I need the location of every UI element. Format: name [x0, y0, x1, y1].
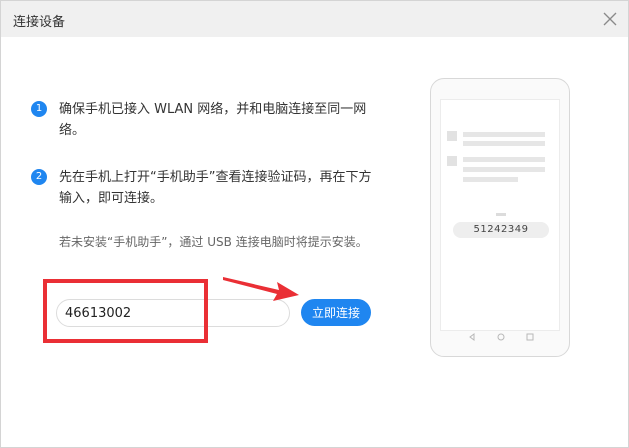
step-number-badge: 1: [31, 101, 47, 117]
placeholder-line: [463, 157, 545, 162]
placeholder-square: [447, 156, 457, 166]
placeholder-dash: [496, 213, 506, 216]
step-1: 1 确保手机已接入 WLAN 网络，并和电脑连接至同一网络。: [31, 101, 381, 145]
placeholder-square: [447, 131, 457, 141]
back-icon: [469, 333, 475, 341]
close-icon[interactable]: [598, 7, 622, 31]
connect-device-dialog: 连接设备 1 确保手机已接入 WLAN 网络，并和电脑连接至同一网络。 2 先在…: [0, 0, 629, 448]
connect-now-button[interactable]: 立即连接: [301, 299, 371, 326]
placeholder-line: [463, 132, 545, 137]
dialog-title: 连接设备: [13, 15, 66, 30]
title-bar: 连接设备: [1, 1, 628, 37]
phone-illustration: 51242349: [430, 78, 570, 357]
step-text: 先在手机上打开“手机助手”查看连接验证码，再在下方输入，即可连接。: [59, 170, 372, 206]
placeholder-line: [463, 141, 545, 146]
step-2: 2 先在手机上打开“手机助手”查看连接验证码，再在下方输入，即可连接。: [31, 169, 381, 213]
phone-verification-code: 51242349: [453, 222, 549, 238]
home-icon: [497, 333, 505, 341]
placeholder-line: [463, 177, 518, 182]
step-text: 确保手机已接入 WLAN 网络，并和电脑连接至同一网络。: [59, 102, 367, 138]
step-number-badge: 2: [31, 169, 47, 185]
phone-screen: 51242349: [440, 99, 560, 331]
placeholder-line: [463, 167, 545, 172]
verification-code-input[interactable]: [56, 299, 290, 327]
install-hint: 若未安装“手机助手”，通过 USB 连接电脑时将提示安装。: [59, 235, 368, 249]
recent-apps-icon: [526, 333, 534, 341]
